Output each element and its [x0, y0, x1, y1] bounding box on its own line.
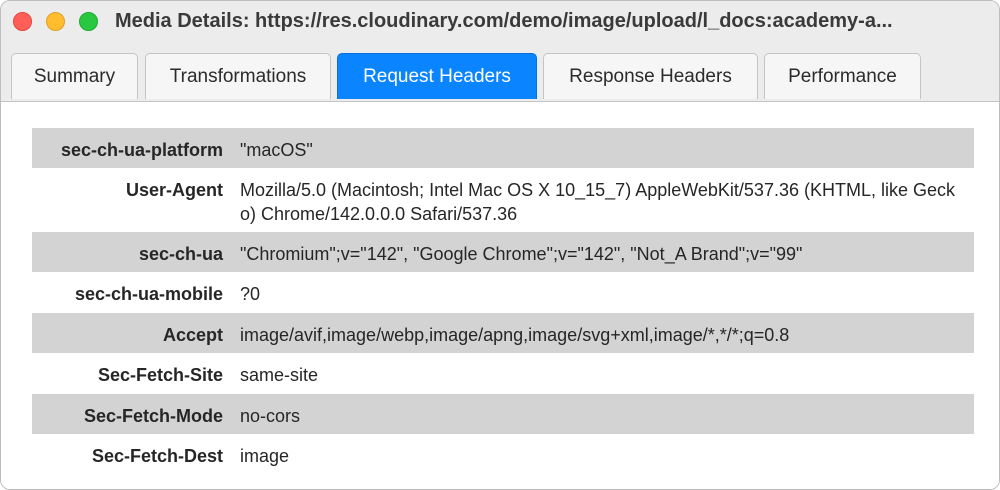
header-value: image/avif,image/webp,image/apng,image/s…: [240, 325, 790, 345]
header-row-sec-fetch-dest: Sec-Fetch-Dest image: [32, 434, 974, 475]
header-row-sec-fetch-mode: Sec-Fetch-Mode no-cors: [32, 394, 974, 434]
media-details-window: Media Details: https://res.cloudinary.co…: [0, 0, 1000, 490]
header-key: sec-ch-ua-platform: [60, 140, 223, 160]
header-row-sec-ch-ua: sec-ch-ua "Chromium";v="142", "Google Ch…: [32, 232, 974, 272]
tab-transformations[interactable]: Transformations: [145, 53, 331, 99]
tab-bar: Summary Transformations Request Headers …: [1, 43, 999, 102]
header-key: Accept: [162, 325, 223, 345]
header-row-sec-fetch-site: Sec-Fetch-Site same-site: [32, 353, 974, 394]
header-row-sec-ch-ua-mobile: sec-ch-ua-mobile ?0: [32, 272, 974, 313]
header-row-accept: Accept image/avif,image/webp,image/apng,…: [32, 313, 974, 353]
header-value: "Chromium";v="142", "Google Chrome";v="1…: [240, 244, 803, 264]
window-title: Media Details: https://res.cloudinary.co…: [115, 10, 893, 32]
header-key: Sec-Fetch-Dest: [91, 446, 223, 466]
header-value: same-site: [240, 365, 319, 385]
header-value: ?0: [240, 284, 261, 304]
header-key: sec-ch-ua: [138, 244, 223, 264]
maximize-window-button[interactable]: [79, 12, 98, 31]
header-value: image: [240, 446, 290, 466]
title-bar: Media Details: https://res.cloudinary.co…: [1, 1, 999, 43]
minimize-window-button[interactable]: [46, 12, 65, 31]
tab-request-headers[interactable]: Request Headers: [337, 53, 537, 99]
header-key: User-Agent: [125, 180, 223, 200]
header-row-user-agent: User-Agent Mozilla/5.0 (Macintosh; Intel…: [32, 168, 974, 232]
tab-response-headers[interactable]: Response Headers: [543, 53, 758, 99]
tab-summary[interactable]: Summary: [11, 53, 138, 99]
header-value: "macOS": [240, 140, 313, 160]
header-value: no-cors: [240, 406, 301, 426]
header-value: Mozilla/5.0 (Macintosh; Intel Mac OS X 1…: [240, 180, 955, 224]
header-key: Sec-Fetch-Site: [97, 365, 223, 385]
tab-performance[interactable]: Performance: [764, 53, 921, 99]
request-headers-panel: sec-ch-ua-platform "macOS" User-Agent Mo…: [1, 102, 999, 489]
header-key: Sec-Fetch-Mode: [83, 406, 223, 426]
header-row-sec-ch-ua-platform: sec-ch-ua-platform "macOS": [32, 128, 974, 168]
close-window-button[interactable]: [13, 12, 32, 31]
header-key: sec-ch-ua-mobile: [74, 284, 223, 304]
